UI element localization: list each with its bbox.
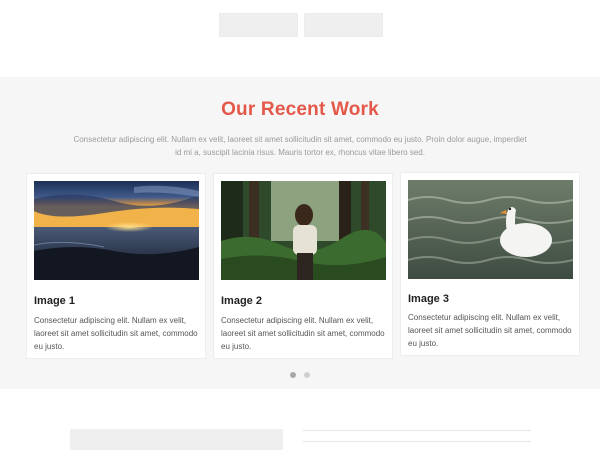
sunset-image[interactable] [34,181,199,280]
swan-image[interactable] [408,180,573,279]
card-title: Image 1 [34,295,75,307]
section-title: Our Recent Work [221,99,379,120]
work-card-2[interactable]: Image 2 Consectetur adipiscing elit. Nul… [213,173,393,359]
card-text: Consectetur adipiscing elit. Nullam ex v… [34,316,198,351]
card-text: Consectetur adipiscing elit. Nullam ex v… [408,313,572,348]
carousel-dot-2[interactable] [304,372,311,378]
card-text: Consectetur adipiscing elit. Nullam ex v… [221,316,385,351]
section-intro: Consectetur adipiscing elit. Nullam ex v… [73,135,527,157]
placeholder-button-1[interactable] [219,13,298,37]
card-title: Image 2 [221,295,262,307]
carousel-pagination [0,365,600,378]
placeholder-button-2[interactable] [304,13,383,37]
recent-work-section: Our Recent Work Consectetur adipiscing e… [0,77,600,389]
top-buttons [0,13,600,37]
footer-placeholder-block [70,429,283,450]
work-card-3[interactable]: Image 3 Consectetur adipiscing elit. Nul… [400,172,580,356]
forest-hiker-image[interactable] [221,181,386,280]
footer-divider-2 [303,441,531,442]
work-card-1[interactable]: Image 1 Consectetur adipiscing elit. Nul… [26,173,206,359]
footer-divider-1 [303,430,531,431]
carousel-dot-1[interactable] [289,372,296,378]
card-title: Image 3 [408,293,449,305]
